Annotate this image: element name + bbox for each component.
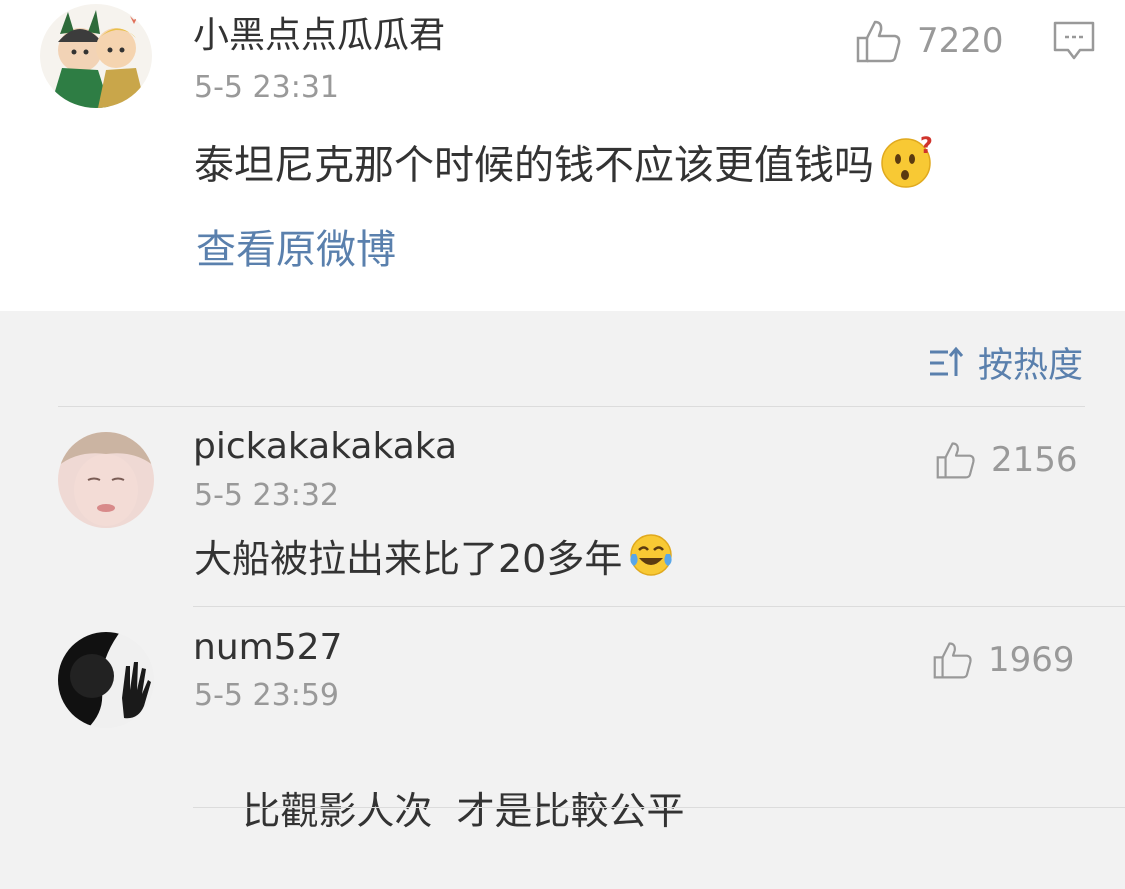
post-timestamp: 5-5 23:31 [194,70,339,105]
comment-avatar[interactable] [58,632,154,728]
thinking-face-question-emoji: ? [880,133,936,202]
comment-divider [193,606,1125,607]
thumbs-up-icon [933,642,972,679]
comment-button[interactable] [1052,20,1096,66]
comment-content-text: 比觀影人次 才是比較公平 [242,789,685,833]
sort-divider [58,406,1085,407]
comment-like-count: 2156 [991,440,1078,480]
sort-icon [929,346,964,376]
comment-username[interactable]: num527 [193,626,342,670]
post-like-button[interactable]: 7220 [855,18,1004,64]
post-like-count: 7220 [917,21,1004,61]
view-original-link[interactable]: 查看原微博 [196,225,396,275]
comment-like-button[interactable]: 2156 [935,440,1078,480]
comment-content: 比觀影人次 才是比較公平 [194,733,685,889]
thumbs-up-icon [856,20,901,63]
comment-timestamp: 5-5 23:59 [194,678,339,713]
comment-avatar[interactable] [58,432,154,528]
comment-like-button[interactable]: 1969 [932,640,1075,680]
sort-label: 按热度 [977,346,1083,386]
post-avatar[interactable] [40,4,152,108]
comment-like-count: 1969 [988,640,1075,680]
main-post: 小黑点点瓜瓜君 5-5 23:31 7220 泰坦尼克那个时候的钱不应该更值钱吗… [0,0,1125,311]
post-username[interactable]: 小黑点点瓜瓜君 [193,14,445,58]
comment-icon [1053,21,1095,60]
comment-content: 大船被拉出来比了20多年 [194,532,674,591]
post-content: 泰坦尼克那个时候的钱不应该更值钱吗 ? [194,133,936,202]
comment-username[interactable]: pickakakakaka [193,425,457,469]
sort-by-popularity-button[interactable]: 按热度 [928,337,1083,388]
comment-divider [193,807,1125,808]
post-content-text: 泰坦尼克那个时候的钱不应该更值钱吗 [194,142,874,189]
comment-content-text: 大船被拉出来比了20多年 [194,537,623,581]
svg-text:?: ? [920,134,933,159]
laugh-cry-emoji [628,532,674,591]
thumbs-up-icon [936,442,975,479]
comment-timestamp: 5-5 23:32 [194,478,339,513]
